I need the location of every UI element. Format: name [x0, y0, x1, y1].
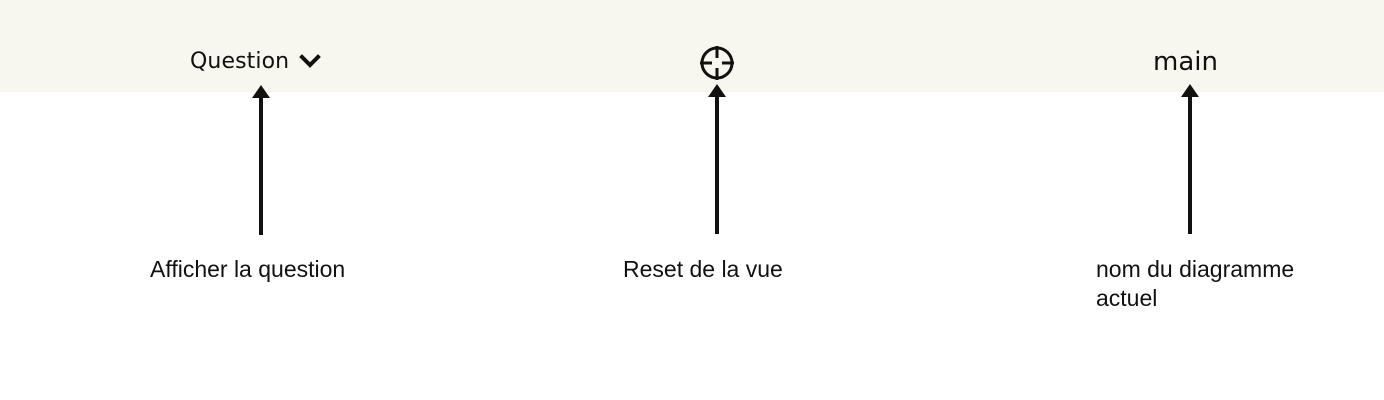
question-arrow: [252, 85, 270, 235]
diagram-annotation-line-1: nom du diagramme: [1096, 256, 1295, 282]
current-diagram-name: main: [1153, 47, 1218, 77]
crosshair-icon: [700, 46, 734, 80]
question-annotation: Afficher la question: [150, 256, 346, 282]
diagram-name-arrow: [1181, 84, 1199, 234]
chevron-down-icon: [299, 54, 322, 68]
reset-view-button[interactable]: [698, 44, 736, 82]
toolbar: Question main: [0, 0, 1384, 92]
diagram-annotation-line-2: actuel: [1096, 285, 1158, 311]
question-label: Question: [190, 49, 290, 74]
diagram-annotation: nom du diagramme actuel: [1096, 255, 1294, 313]
reset-annotation: Reset de la vue: [623, 256, 783, 282]
question-toggle-button[interactable]: Question: [190, 44, 322, 80]
reset-arrow: [708, 84, 726, 234]
